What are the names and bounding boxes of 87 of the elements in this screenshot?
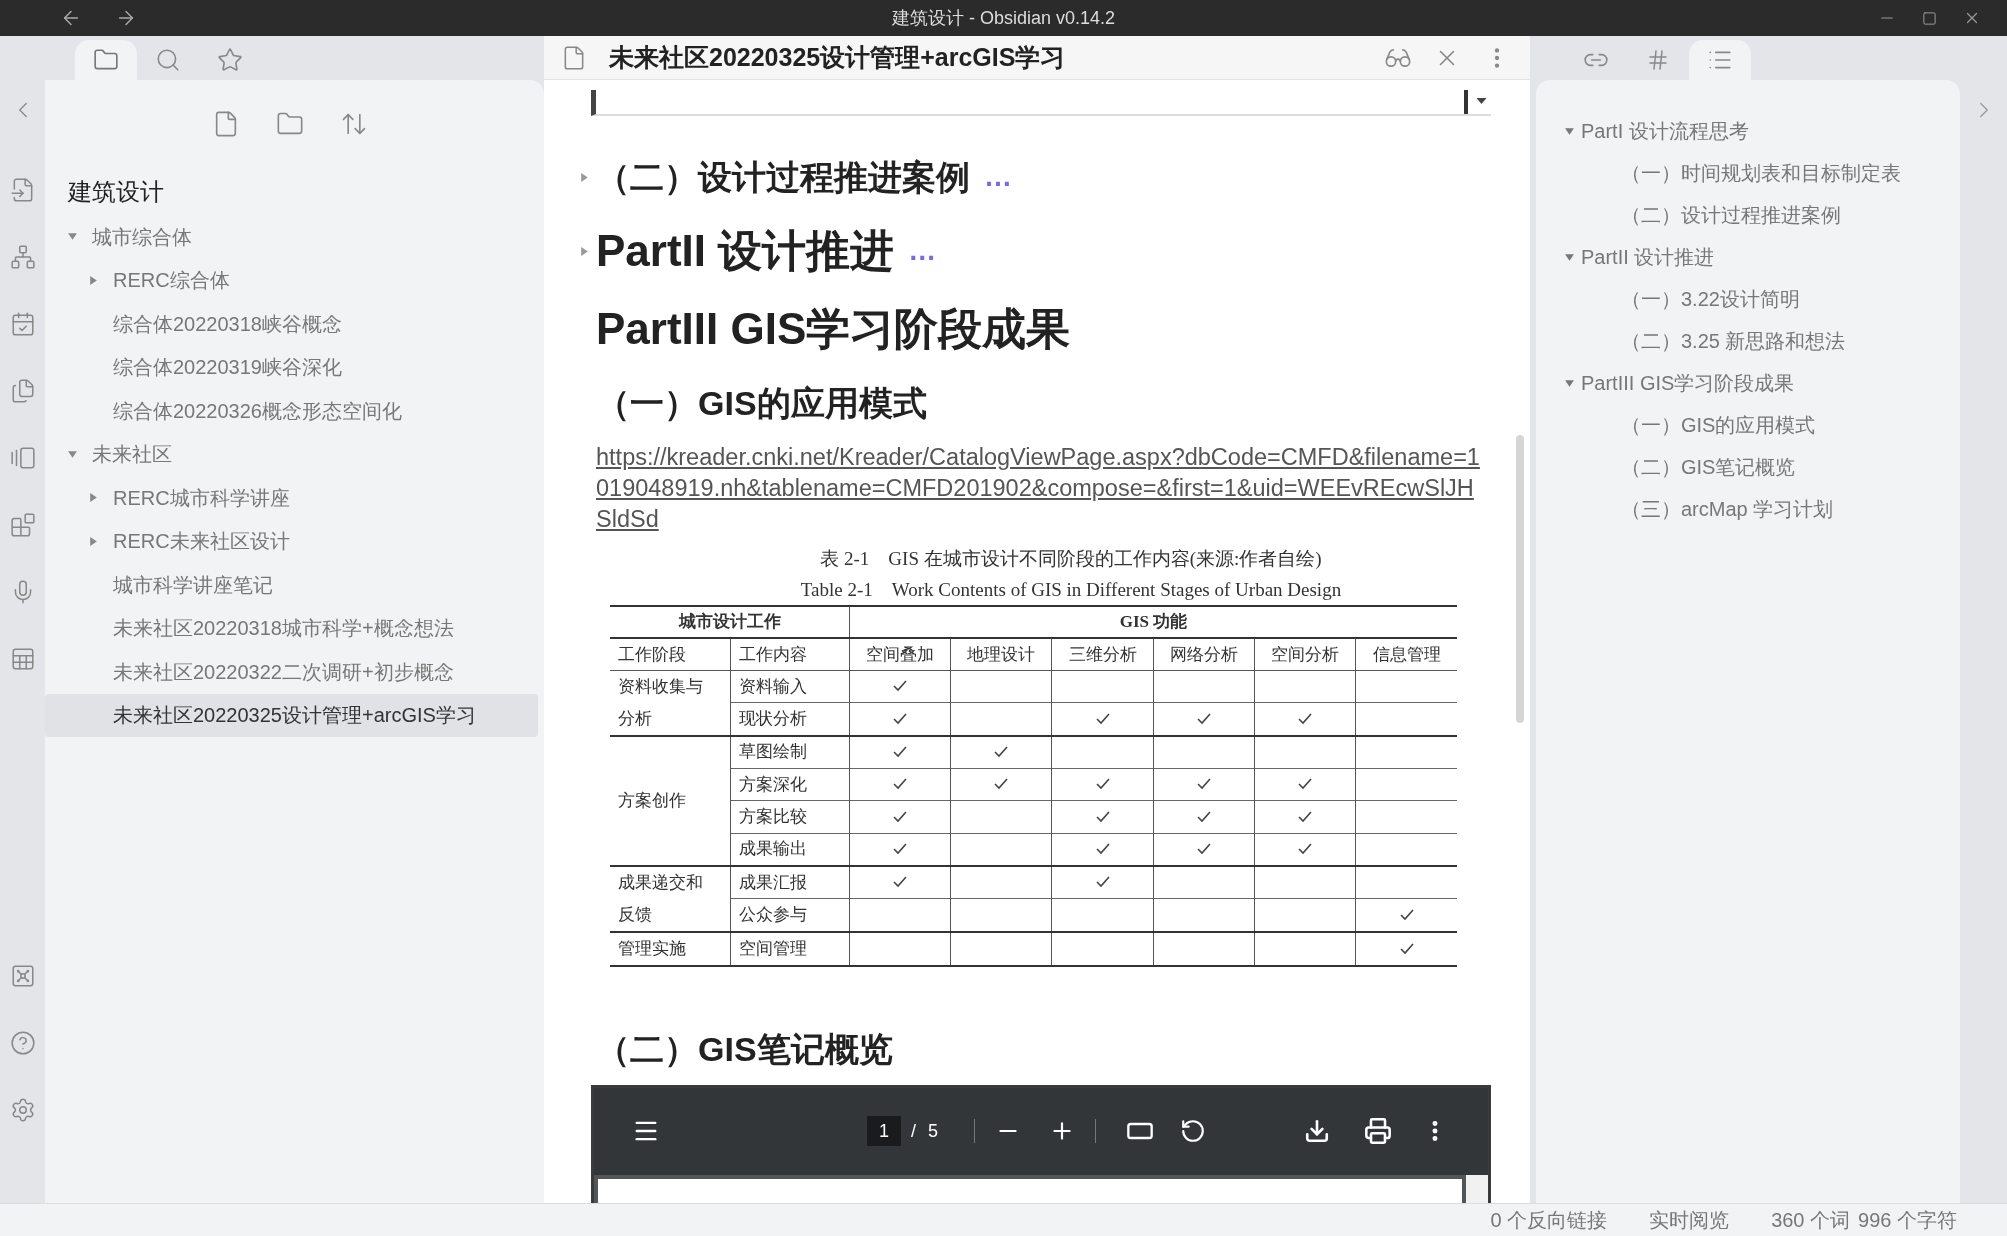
note-title: 未来社区20220325设计管理+arcGIS学习: [609, 41, 1066, 73]
heading: PartII 设计推进: [596, 225, 895, 277]
blocks-icon[interactable]: [9, 512, 36, 538]
folder-item[interactable]: 未来社区: [45, 432, 538, 476]
caret-icon[interactable]: [1476, 98, 1487, 104]
outline-item[interactable]: （二）3.25 新思路和想法: [1621, 320, 1960, 362]
print-icon[interactable]: [1364, 1117, 1393, 1145]
window-title: 建筑设计 - Obsidian v0.14.2: [891, 6, 1116, 30]
table-cell: 草图绘制: [730, 735, 850, 768]
safe-icon[interactable]: [9, 963, 36, 989]
folder-item[interactable]: 城市综合体: [45, 215, 538, 259]
documents-icon[interactable]: [9, 378, 36, 404]
calendar-check-icon[interactable]: [9, 311, 36, 337]
files-tab[interactable]: [75, 40, 137, 80]
fold-marker[interactable]: …: [984, 156, 1012, 198]
file-item[interactable]: 未来社区20220325设计管理+arcGIS学习: [45, 693, 538, 737]
table-cell: 公众参与: [730, 898, 850, 932]
outline-item[interactable]: PartI 设计流程思考: [1536, 110, 1960, 152]
table-cell-text: 成果递交和反馈: [618, 871, 704, 926]
graph-icon[interactable]: [9, 244, 36, 270]
folder-item[interactable]: RERC综合体: [45, 258, 538, 302]
folder-item[interactable]: RERC城市科学讲座: [45, 476, 538, 520]
outline-tab[interactable]: [1689, 40, 1751, 80]
table-header: 地理设计: [950, 638, 1052, 670]
status-item[interactable]: 实时阅览: [1649, 1205, 1730, 1235]
search-icon[interactable]: [155, 47, 181, 73]
link[interactable]: https://kreader.cnki.net/Kreader/CatalogViewPage.aspx?dbCode=CMFD&filename=1019048919.nh&tablename=CMFD201902&compose=&first=1&uid=WEEvREcwSlJHSldSd: [596, 442, 1486, 535]
status-item: 360 个词: [1771, 1208, 1851, 1233]
table-cell-text: 方案创作: [618, 789, 687, 812]
file-item[interactable]: 综合体20220318峡谷概念: [45, 302, 538, 346]
heading: （一）GIS的应用模式: [596, 382, 927, 424]
table-header: 工作内容: [730, 638, 850, 670]
table-cell: 现状分析: [730, 702, 850, 736]
outline-item[interactable]: （二）GIS笔记概览: [1621, 446, 1960, 488]
table-cell: 成果汇报: [730, 865, 850, 899]
table-header: 城市设计工作: [610, 606, 850, 638]
cards-icon[interactable]: [9, 445, 36, 471]
table-header: GIS 功能: [849, 606, 1457, 638]
download-icon[interactable]: [1304, 1118, 1331, 1144]
table-header: 空间叠加: [849, 638, 951, 670]
file-item[interactable]: 城市科学讲座笔记: [45, 563, 538, 607]
table-cell: 方案深化: [730, 768, 850, 801]
file-item[interactable]: 未来社区20220322二次调研+初步概念: [45, 650, 538, 694]
status-item[interactable]: 0 个反向链接: [1490, 1205, 1608, 1235]
help-icon[interactable]: [9, 1030, 36, 1056]
outline-item[interactable]: （三）arcMap 学习计划: [1621, 488, 1960, 530]
file-item[interactable]: 未来社区20220318城市科学+概念想法: [45, 606, 538, 650]
fold-caret-icon[interactable]: [579, 171, 590, 183]
table-cell: 方案比较: [730, 800, 850, 833]
outline-item[interactable]: PartIII GIS学习阶段成果: [1536, 362, 1960, 404]
hash-icon[interactable]: [1646, 48, 1670, 72]
table-header: 网络分析: [1153, 638, 1255, 670]
maximize-icon[interactable]: [1922, 10, 1937, 26]
heading: PartIII GIS学习阶段成果: [596, 303, 1071, 355]
file-item[interactable]: 综合体20220319峡谷深化: [45, 345, 538, 389]
outline-item[interactable]: （一）时间规划表和目标制定表: [1621, 152, 1960, 194]
table-header: 空间分析: [1254, 638, 1356, 670]
table-header: 工作阶段: [610, 638, 731, 670]
vault-name: 建筑设计: [68, 177, 165, 207]
folder-item[interactable]: RERC未来社区设计: [45, 519, 538, 563]
fold-caret-icon[interactable]: [579, 245, 590, 257]
scrollbar-thumb[interactable]: [1516, 435, 1524, 723]
table-cell: 成果输出: [730, 833, 850, 866]
rotate-icon[interactable]: [1180, 1118, 1207, 1144]
heading: （二）设计过程推进案例: [596, 156, 970, 198]
table-icon[interactable]: [9, 646, 36, 672]
figure-caption: Table 2-1 Work Contents of GIS in Different Stages of Urban Design: [799, 578, 1343, 602]
outline-item[interactable]: （一）GIS的应用模式: [1621, 404, 1960, 446]
figure-caption: 表 2-1 GIS 在城市设计不同阶段的工作内容(来源:作者自绘): [819, 547, 1323, 571]
page-count: 5: [928, 1119, 939, 1143]
file-item[interactable]: 综合体20220326概念形态空间化: [45, 389, 538, 433]
heading: （二）GIS笔记概览: [596, 1029, 893, 1070]
table-cell: 资料输入: [730, 670, 850, 703]
fold-marker[interactable]: …: [908, 230, 937, 272]
outline-item[interactable]: （一）3.22设计简明: [1621, 278, 1960, 320]
settings-icon[interactable]: [9, 1097, 36, 1123]
table-cell: 空间管理: [730, 931, 850, 966]
page-number-field[interactable]: 1: [867, 1116, 901, 1146]
table-cell-text: 管理实施: [618, 937, 687, 960]
outline-item[interactable]: （二）设计过程推进案例: [1621, 194, 1960, 236]
table-header: 信息管理: [1355, 638, 1457, 670]
star-icon[interactable]: [217, 47, 243, 73]
page-separator: /: [911, 1119, 916, 1143]
table-header: 三维分析: [1051, 638, 1154, 670]
table-cell-text: 资料收集与分析: [618, 675, 704, 730]
status-item: 996 个字符: [1858, 1208, 1957, 1233]
outline-item[interactable]: PartII 设计推进: [1536, 236, 1960, 278]
